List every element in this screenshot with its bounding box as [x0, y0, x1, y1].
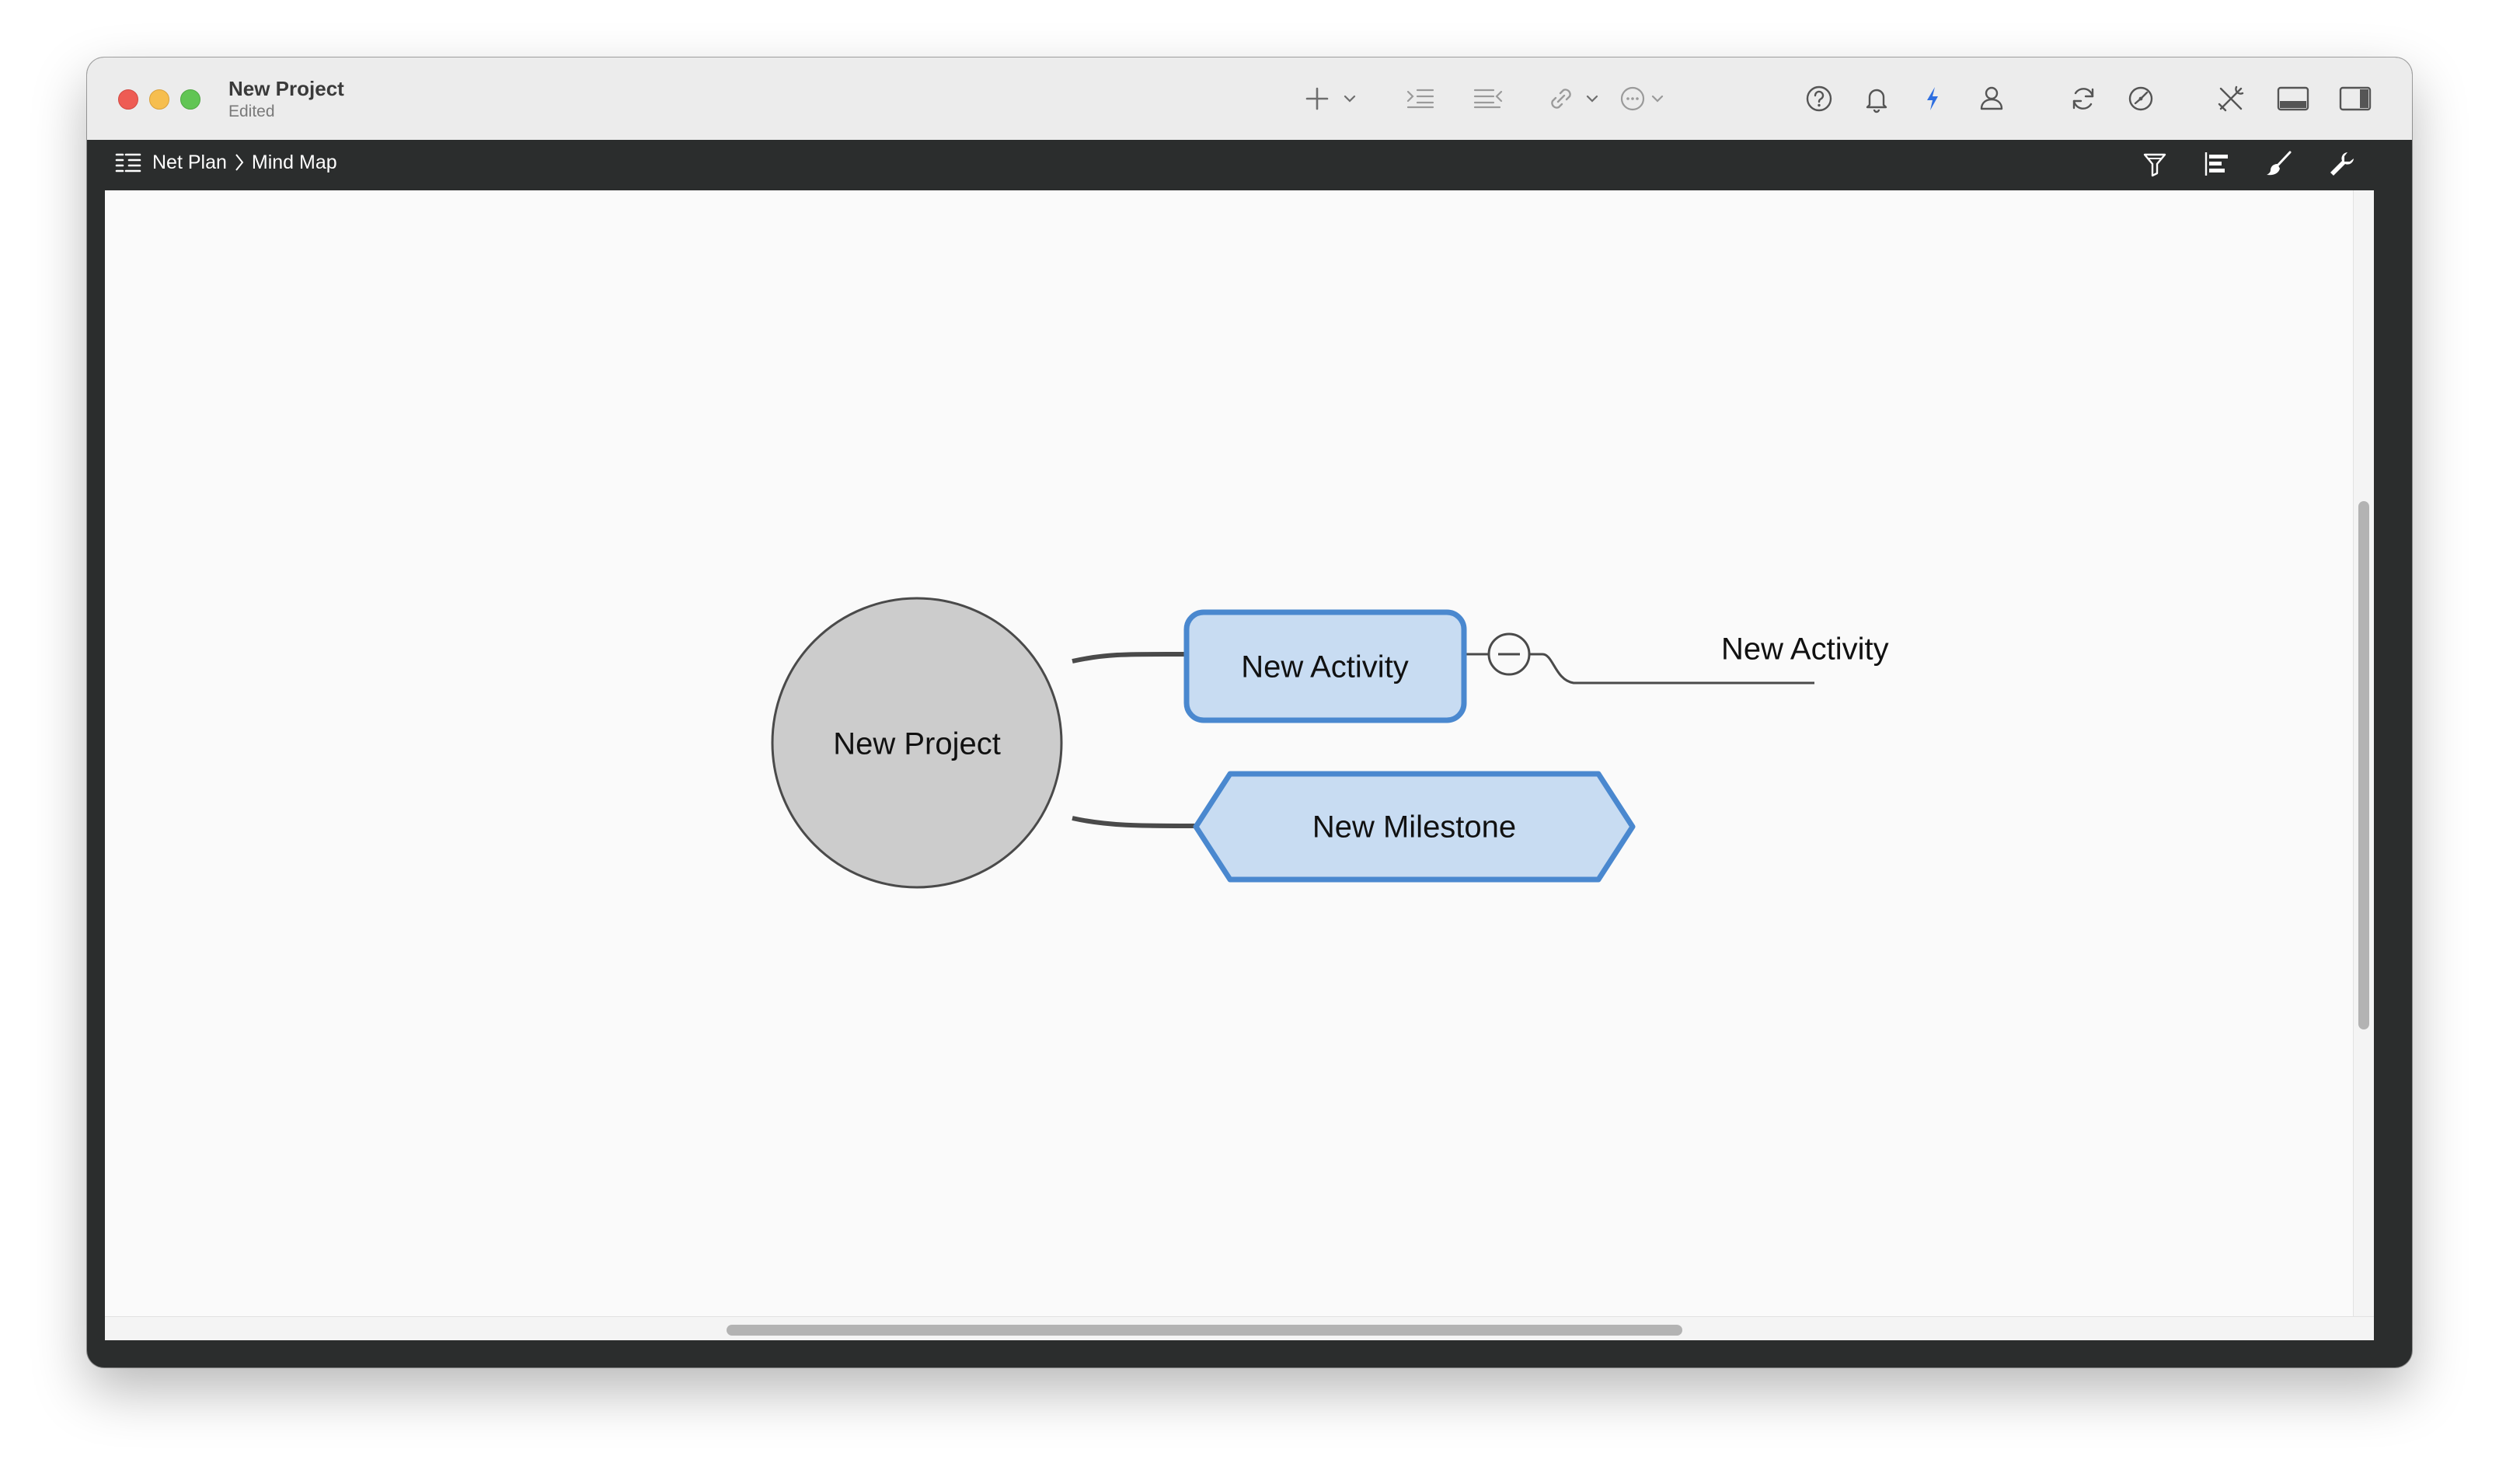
plus-icon [1305, 87, 1329, 110]
zoom-window-button[interactable] [180, 89, 200, 110]
mind-map-canvas[interactable]: New Project New Activity New Milestone N… [105, 190, 2374, 1340]
outdent-button[interactable] [1470, 81, 1506, 117]
person-icon [1980, 86, 2003, 110]
more-menu-chevron[interactable] [1649, 90, 1666, 107]
link-menu-chevron[interactable] [1584, 90, 1601, 107]
chevron-down-icon [1651, 95, 1664, 103]
vertical-scrollbar[interactable] [2353, 190, 2374, 1317]
window-title: New Project [228, 77, 344, 100]
grandchild-node-label[interactable]: New Activity [1721, 632, 1889, 667]
gauge-icon [2128, 86, 2153, 111]
breadcrumb-item-net-plan[interactable]: Net Plan [152, 152, 227, 174]
sync-button[interactable] [2065, 81, 2101, 117]
titlebar: New Project Edited [87, 57, 2412, 141]
filter-icon [2143, 153, 2166, 177]
more-icon [1620, 86, 1645, 111]
wrench-icon [2330, 152, 2354, 176]
tools-icon [2218, 85, 2244, 112]
resources-button[interactable] [1974, 81, 2009, 117]
customize-button[interactable] [2213, 81, 2249, 117]
link-button[interactable] [1543, 81, 1579, 117]
chevron-down-icon [1586, 95, 1598, 103]
outdent-icon [1473, 89, 1503, 109]
indent-icon [1406, 89, 1434, 109]
notifications-button[interactable] [1859, 81, 1894, 117]
activity-node-label: New Activity [1241, 650, 1409, 685]
help-button[interactable] [1801, 81, 1837, 117]
more-actions-button[interactable] [1615, 81, 1650, 117]
document-status: Edited [228, 103, 275, 120]
gantt-icon [2204, 152, 2228, 176]
sidebar-icon [2339, 86, 2372, 111]
horizontal-scrollbar[interactable] [105, 1316, 2374, 1340]
chevron-down-icon [1344, 95, 1356, 103]
outline-view-icon[interactable] [115, 151, 141, 174]
help-icon [1806, 85, 1832, 112]
close-window-button[interactable] [118, 89, 138, 110]
toggle-bottom-panel-button[interactable] [2275, 81, 2311, 117]
schedule-button[interactable] [2123, 81, 2159, 117]
chevron-right-icon [235, 154, 244, 171]
toggle-sidebar-button[interactable] [2337, 81, 2373, 117]
root-node-label: New Project [833, 726, 1001, 761]
bottom-panel-icon [2277, 86, 2309, 111]
brush-icon [2267, 151, 2292, 176]
minimize-window-button[interactable] [149, 89, 169, 110]
connector-root-milestone [1072, 816, 1197, 828]
mind-map-diagram [771, 597, 1814, 889]
style-button[interactable] [2264, 149, 2294, 179]
add-menu-chevron[interactable] [1341, 90, 1358, 107]
vertical-scroll-thumb[interactable] [2358, 501, 2369, 1029]
collapse-toggle[interactable] [1487, 632, 1531, 676]
app-window: New Project Edited Net Plan Mind Map New… [87, 57, 2412, 1367]
horizontal-scroll-thumb[interactable] [727, 1325, 1682, 1336]
bolt-icon [1927, 87, 1938, 110]
connector-root-activity [1072, 651, 1186, 664]
path-bar: Net Plan Mind Map [87, 140, 2412, 185]
add-item-button[interactable] [1299, 81, 1335, 117]
milestone-node-label: New Milestone [1312, 810, 1517, 845]
bell-icon [1866, 89, 1887, 113]
inspector-button[interactable] [2326, 149, 2356, 179]
link-icon [1551, 89, 1571, 109]
indent-button[interactable] [1402, 81, 1438, 117]
breadcrumb-item-mind-map[interactable]: Mind Map [252, 152, 337, 174]
breadcrumb: Net Plan Mind Map [115, 151, 337, 174]
gantt-view-button[interactable] [2202, 149, 2232, 179]
sync-icon [2072, 88, 2094, 110]
quick-action-button[interactable] [1915, 81, 1950, 117]
filter-button[interactable] [2140, 149, 2170, 179]
